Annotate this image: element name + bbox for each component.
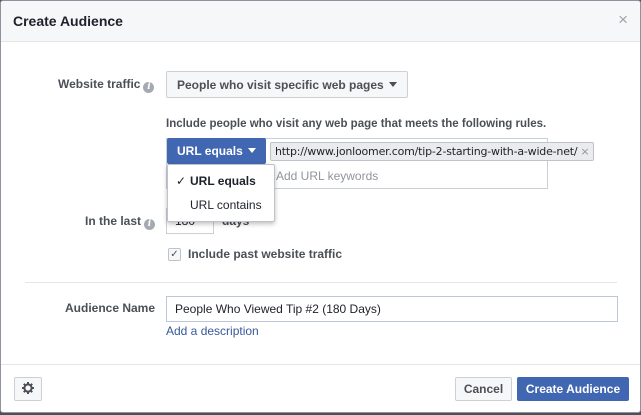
in-the-last-label: In the last i [85,214,156,230]
url-chip-text: http://www.jonloomer.com/tip-2-starting-… [275,145,578,158]
url-operator-dropdown[interactable]: URL equals [167,138,266,164]
menu-item-label: URL contains [190,198,262,212]
dialog-header: Create Audience × [1,1,640,42]
gear-icon [22,382,34,394]
close-icon[interactable]: × [618,11,628,28]
menu-item-url-equals[interactable]: ✓ URL equals [168,170,274,192]
chevron-down-icon [388,82,397,87]
url-chip: http://www.jonloomer.com/tip-2-starting-… [270,142,595,161]
section-divider [25,282,617,283]
chevron-down-icon [247,148,256,153]
audience-name-input[interactable]: People Who Viewed Tip #2 (180 Days) [166,296,618,322]
include-past-traffic-checkbox[interactable]: ✓ [168,248,181,261]
website-traffic-select-value: People who visit specific web pages [177,78,384,92]
add-description-link[interactable]: Add a description [166,324,259,338]
remove-chip-icon[interactable]: × [580,145,589,158]
dialog-title: Create Audience [13,13,123,29]
website-traffic-label: Website traffic i [58,77,155,93]
website-traffic-label-text: Website traffic [58,77,141,91]
menu-item-label: URL equals [190,174,256,188]
website-traffic-select[interactable]: People who visit specific web pages [166,71,408,98]
url-keywords-input[interactable]: Add URL keywords [276,169,378,183]
footer-divider [1,364,640,365]
info-icon[interactable]: i [143,82,155,93]
audience-name-label: Audience Name [65,301,156,315]
include-past-traffic-label: Include past website traffic [188,247,343,261]
cancel-button[interactable]: Cancel [455,377,512,401]
check-icon: ✓ [176,174,187,188]
url-operator-menu: ✓ URL equals URL contains [167,164,275,222]
info-icon[interactable]: i [144,219,156,230]
rules-hint: Include people who visit any web page th… [166,118,547,130]
menu-item-url-contains[interactable]: URL contains [168,194,274,216]
create-audience-dialog: Create Audience × Website traffic i Peopl… [0,0,641,413]
url-operator-value: URL equals [177,144,243,158]
settings-button[interactable] [14,377,42,401]
in-the-last-label-text: In the last [85,214,142,228]
create-audience-button[interactable]: Create Audience [517,377,629,401]
